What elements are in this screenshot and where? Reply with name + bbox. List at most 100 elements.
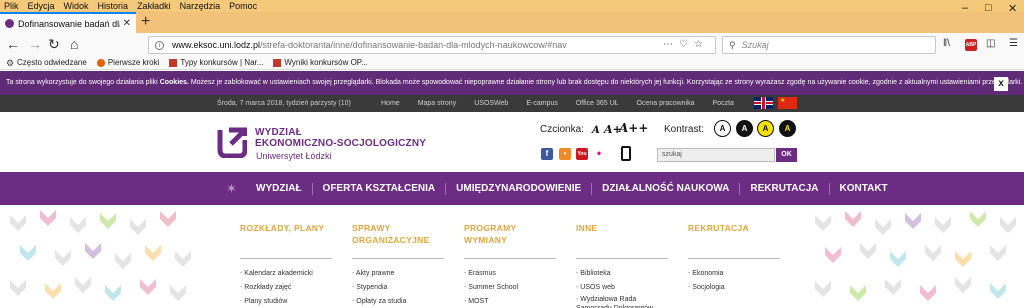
list-item[interactable]: MOST [464, 295, 556, 308]
rss-icon[interactable]: • [559, 148, 571, 160]
toplink-home[interactable]: Home [381, 95, 400, 112]
url-path: /strefa-doktoranta/inne/dofinansowanie-b… [260, 40, 567, 50]
contrast-yellow-button[interactable]: A [757, 120, 774, 137]
tab-active[interactable]: Dofinansowanie badań dla mło ✕ [0, 12, 136, 33]
forward-icon[interactable]: → [28, 37, 42, 52]
contrast-default-button[interactable]: A [714, 120, 731, 137]
column-sprawy: SPRAWY ORGANIZACYJNE Akty prawne Stypend… [352, 222, 444, 308]
font-size-label: Czcionka: [540, 124, 584, 135]
logo-wydzial[interactable]: WYDZIAŁ [255, 127, 302, 138]
toplink-usosweb[interactable]: USOSWeb [474, 95, 508, 112]
library-icon[interactable]: ‖\ [943, 38, 950, 49]
url-action-icons[interactable]: ⋯♡☆ [663, 39, 709, 50]
sidebar-icon[interactable]: ◫ [986, 38, 995, 49]
toplink-office365[interactable]: Office 365 UŁ [576, 95, 619, 112]
bookmarks-toolbar: ⚙ Często odwiedzane Pierwsze kroki Typy k… [0, 56, 1024, 70]
search-icon: ⚲ [729, 39, 736, 50]
current-date: Środa, 7 marca 2018, tydzień parzysty (1… [217, 100, 351, 107]
logo-university[interactable]: Uniwersytet Łódzki [256, 151, 332, 162]
facebook-icon[interactable]: f [541, 148, 553, 160]
logo-faculty-name[interactable]: EKONOMICZNO-SOCJOLOGICZNY [255, 138, 426, 149]
nav-rekrutacja[interactable]: REKRUTACJA [739, 182, 828, 195]
hamburger-menu-icon[interactable]: ☰ [1009, 38, 1018, 49]
home-icon[interactable]: ⌂ [70, 37, 78, 52]
main-navigation: ✶ WYDZIAŁ OFERTA KSZTAŁCENIA UMIĘDZYNARO… [0, 172, 1024, 205]
youtube-icon[interactable]: You [576, 148, 588, 160]
uk-flag-icon[interactable] [754, 97, 773, 109]
list-item[interactable]: USOS web [576, 281, 668, 295]
column-inne: INNE Biblioteka USOS web Wydziałowa Rada… [576, 222, 668, 308]
nav-umiedzynarodowienie[interactable]: UMIĘDZYNARODOWIENIE [445, 182, 591, 195]
list-item[interactable]: Erasmus [464, 267, 556, 281]
contrast-label: Kontrast: [664, 124, 705, 135]
bookmark-frequent[interactable]: ⚙ Często odwiedzane [6, 58, 87, 67]
contrast-yellow-black-button[interactable]: A [779, 120, 796, 137]
menu-tools[interactable]: Narzędzia [180, 0, 221, 12]
contrast-dark-button[interactable]: A [736, 120, 753, 137]
star-icon: ✶ [226, 181, 237, 196]
mobile-icon[interactable] [621, 146, 631, 161]
reload-icon[interactable]: ↻ [48, 37, 60, 52]
toplink-poczta[interactable]: Poczta [713, 95, 734, 112]
ncn-icon [169, 58, 178, 67]
tab-close-icon[interactable]: ✕ [123, 18, 131, 29]
list-item[interactable]: Rozkłady zajęć [240, 281, 332, 295]
new-tab-icon[interactable]: + [141, 13, 150, 31]
site-search-button[interactable]: OK [776, 148, 797, 162]
column-title: ROZKŁADY, PLANY [240, 222, 332, 259]
toplink-sitemap[interactable]: Mapa strony [418, 95, 457, 112]
list-item[interactable]: Plany studiów [240, 295, 332, 308]
nav-dzialalnosc[interactable]: DZIAŁALNOŚĆ NAUKOWA [591, 182, 739, 195]
gear-icon: ⚙ [6, 57, 15, 68]
menu-help[interactable]: Pomoc [229, 0, 257, 12]
site-search-input[interactable]: szukaj [657, 148, 775, 162]
bookmark-konkursy[interactable]: Typy konkursów | Nar... [169, 58, 263, 67]
list-item[interactable]: Socjologia [688, 281, 780, 295]
list-item[interactable]: Opłaty za studia [352, 295, 444, 308]
menu-file[interactable]: Plik [4, 0, 19, 12]
list-item[interactable]: Kalendarz akademicki [240, 267, 332, 281]
browser-search-placeholder: Szukaj [741, 40, 769, 50]
adblock-icon[interactable]: ABP [965, 39, 977, 51]
list-item[interactable]: Wydziałowa Rada Samorządu Doktorantów [576, 295, 668, 308]
tab-strip: Dofinansowanie badań dla mło ✕ + [0, 12, 1024, 33]
cookie-close-button[interactable]: x [994, 77, 1008, 91]
column-title: INNE [576, 222, 668, 259]
list-item[interactable]: Ekonomia [688, 267, 780, 281]
cookie-banner: Ta strona wykorzystuje do swojego działa… [0, 71, 1024, 95]
nav-oferta[interactable]: OFERTA KSZTAŁCENIA [311, 182, 446, 195]
font-size-normal[interactable]: A [592, 125, 600, 136]
column-title: REKRUTACJA [688, 222, 780, 259]
menu-view[interactable]: Widok [64, 0, 89, 12]
menu-edit[interactable]: Edycja [28, 0, 55, 12]
university-logo-icon[interactable] [217, 126, 247, 158]
column-rozklady: ROZKŁADY, PLANY Kalendarz akademicki Roz… [240, 222, 332, 308]
bookmark-wyniki[interactable]: Wyniki konkursów OP... [273, 58, 368, 67]
menu-history[interactable]: Historia [98, 0, 129, 12]
bookmark-getting-started[interactable]: Pierwsze kroki [96, 58, 159, 67]
nav-wydzial[interactable]: WYDZIAŁ [246, 183, 312, 195]
list-item[interactable]: Biblioteka [576, 267, 668, 281]
column-title: PROGRAMY WYMIANY [464, 222, 556, 259]
china-flag-icon[interactable]: ★ [778, 97, 797, 109]
list-item[interactable]: Stypendia [352, 281, 444, 295]
back-icon[interactable]: ← [6, 37, 20, 52]
top-links: Home Mapa strony USOSWeb E-campus Office… [381, 95, 752, 112]
list-item[interactable]: Summer School [464, 281, 556, 295]
toplink-ocena[interactable]: Ocena pracownika [637, 95, 695, 112]
column-title: SPRAWY ORGANIZACYJNE [352, 222, 444, 259]
tab-title: Dofinansowanie badań dla mło [18, 18, 120, 29]
decorative-pattern-right [815, 211, 1016, 301]
browser-search-input[interactable]: ⚲ Szukaj [722, 36, 936, 54]
info-icon[interactable]: i [155, 40, 164, 50]
font-size-xlarge[interactable]: A++ [619, 121, 648, 135]
column-programy: PROGRAMY WYMIANY Erasmus Summer School M… [464, 222, 556, 308]
list-item[interactable]: Akty prawne [352, 267, 444, 281]
ncn-icon [273, 58, 282, 67]
url-bar[interactable]: i www.eksoc.uni.lodz.pl /strefa-doktoran… [148, 36, 716, 54]
menu-bookmarks[interactable]: Zakładki [137, 0, 171, 12]
nav-kontakt[interactable]: KONTAKT [828, 182, 898, 195]
flickr-icon[interactable]: • [593, 147, 605, 160]
toplink-ecampus[interactable]: E-campus [526, 95, 558, 112]
url-domain: www.eksoc.uni.lodz.pl [172, 40, 261, 50]
